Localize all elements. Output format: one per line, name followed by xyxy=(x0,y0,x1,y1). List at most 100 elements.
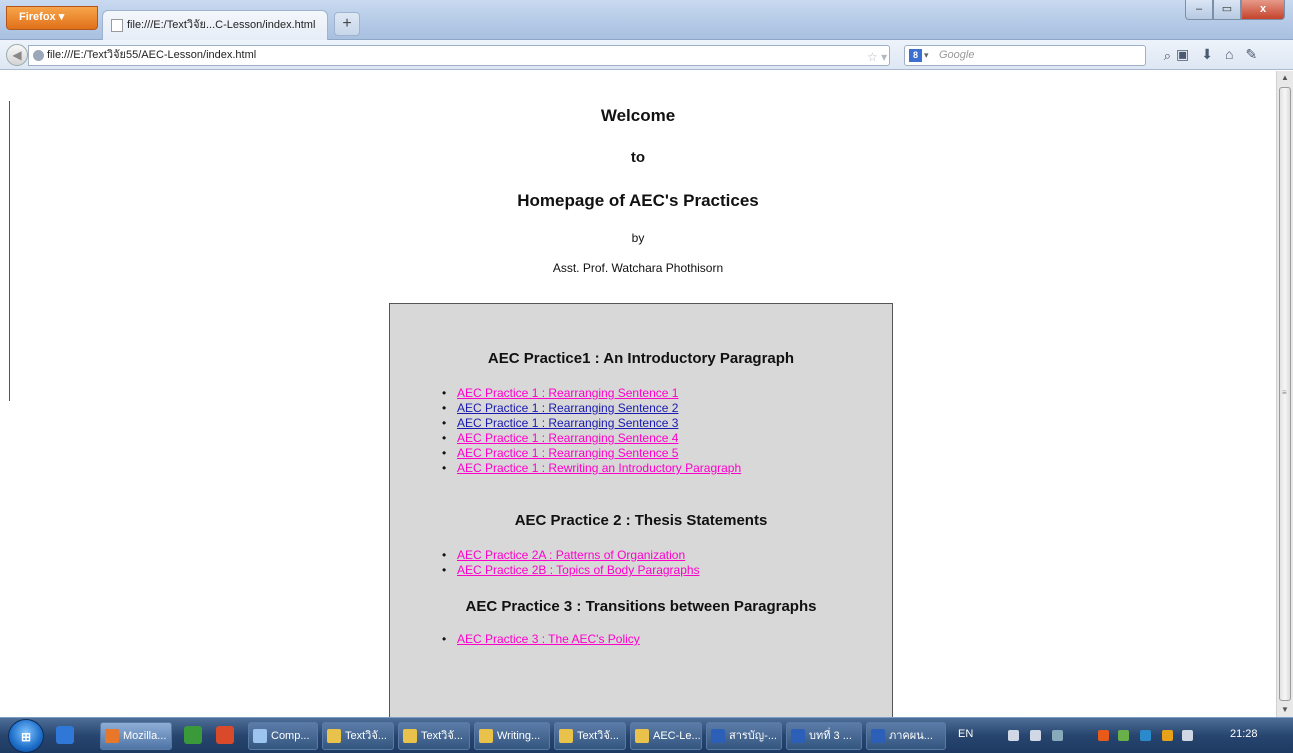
grip-icon: ≡ xyxy=(1282,388,1287,397)
chrome-icon[interactable] xyxy=(184,726,202,744)
taskbar-item-word-3[interactable]: ภาคผน... xyxy=(866,722,946,750)
taskbar-item-computer[interactable]: Comp... xyxy=(248,722,318,750)
folder-icon xyxy=(559,729,573,743)
url-bar[interactable]: file:///E:/Textวิจัย55/AEC-Lesson/index.… xyxy=(28,45,914,69)
taskbar-item-mozilla[interactable]: Mozilla... xyxy=(100,722,172,750)
taskbar-item-writing[interactable]: Writing... xyxy=(474,722,550,750)
windows-logo-icon: ⊞ xyxy=(20,730,32,744)
flag-icon[interactable] xyxy=(1052,730,1063,741)
volume-icon[interactable] xyxy=(1182,730,1193,741)
list-item: AEC Practice 1 : Rearranging Sentence 1 xyxy=(442,386,741,401)
folder-icon xyxy=(479,729,493,743)
folder-icon xyxy=(635,729,649,743)
link-practice-2a[interactable]: AEC Practice 2A : Patterns of Organizati… xyxy=(457,548,685,562)
back-button[interactable]: ◀ xyxy=(6,44,28,66)
taskbar-item-aec-lesson[interactable]: AEC-Le... xyxy=(630,722,702,750)
section-title-practice-3: AEC Practice 3 : Transitions between Par… xyxy=(465,598,817,615)
section-title-practice-1: AEC Practice1 : An Introductory Paragrap… xyxy=(487,350,795,367)
language-indicator[interactable]: EN xyxy=(958,728,973,740)
tab-title: file:///E:/Textวิจัย...C-Lesson/index.ht… xyxy=(127,19,316,31)
link-practice-2b[interactable]: AEC Practice 2B : Topics of Body Paragra… xyxy=(457,563,700,577)
link-practice-1-sentence-5[interactable]: AEC Practice 1 : Rearranging Sentence 5 xyxy=(457,446,678,460)
taskbar-item-word-2[interactable]: บทที่ 3 ... xyxy=(786,722,862,750)
download-icon[interactable]: ⬇ xyxy=(1201,46,1213,63)
windows-taskbar: ⊞ Mozilla... Comp... Textวิจั... Textวิจ… xyxy=(0,717,1293,753)
list-item: AEC Practice 1 : Rearranging Sentence 2 xyxy=(442,401,741,416)
internet-explorer-icon[interactable] xyxy=(56,726,74,744)
url-text: file:///E:/Textวิจัย55/AEC-Lesson/index.… xyxy=(47,49,257,61)
firefox-icon xyxy=(105,729,119,743)
computer-icon xyxy=(253,729,267,743)
folder-icon xyxy=(327,729,341,743)
site-identity-icon[interactable] xyxy=(33,50,44,61)
toolbar-buttons: ▣ ⬇ ⌂ ✎ xyxy=(1176,46,1257,63)
search-bar[interactable]: 8 ▾ Google ⌕ xyxy=(904,45,1171,66)
page-viewport: Welcome to Homepage of AEC's Practices b… xyxy=(0,71,1276,717)
google-engine-icon[interactable]: 8 xyxy=(909,49,922,62)
link-practice-1-sentence-4[interactable]: AEC Practice 1 : Rearranging Sentence 4 xyxy=(457,431,678,445)
list-item: AEC Practice 1 : Rearranging Sentence 3 xyxy=(442,416,741,431)
list-item: AEC Practice 3 : The AEC's Policy xyxy=(442,632,640,647)
word-icon xyxy=(711,729,725,743)
practice-2-links: AEC Practice 2A : Patterns of Organizati… xyxy=(442,548,700,578)
vertical-scrollbar[interactable]: ▲ ≡ ▼ xyxy=(1276,71,1293,717)
practice-panel: AEC Practice1 : An Introductory Paragrap… xyxy=(389,303,893,717)
search-placeholder: Google xyxy=(939,49,975,61)
back-arrow-icon: ◀ xyxy=(12,48,22,62)
link-practice-1-sentence-3[interactable]: AEC Practice 1 : Rearranging Sentence 3 xyxy=(457,416,678,430)
page-icon xyxy=(111,19,123,32)
navigation-toolbar: ◀ file:///E:/Textวิจัย55/AEC-Lesson/inde… xyxy=(0,40,1293,70)
taskbar-item-word-1[interactable]: สารบัญ-... xyxy=(706,722,782,750)
bookmark-star-icon[interactable]: ☆ ▾ xyxy=(867,48,887,67)
device-icon[interactable] xyxy=(1030,730,1041,741)
start-button[interactable]: ⊞ xyxy=(8,719,44,753)
practice-1-links: AEC Practice 1 : Rearranging Sentence 1 … xyxy=(442,386,741,476)
word-icon xyxy=(791,729,805,743)
update-icon[interactable] xyxy=(1118,730,1129,741)
list-item: AEC Practice 2B : Topics of Body Paragra… xyxy=(442,563,700,578)
taskbar-item-folder-2[interactable]: Textวิจั... xyxy=(398,722,470,750)
link-practice-1-sentence-2[interactable]: AEC Practice 1 : Rearranging Sentence 2 xyxy=(457,401,678,415)
folder-icon xyxy=(403,729,417,743)
link-practice-1-sentence-1[interactable]: AEC Practice 1 : Rearranging Sentence 1 xyxy=(457,386,678,400)
bookmarks-icon[interactable]: ▣ xyxy=(1176,46,1189,63)
heading-welcome: Welcome xyxy=(600,106,676,125)
practice-3-links: AEC Practice 3 : The AEC's Policy xyxy=(442,632,640,647)
word-icon xyxy=(871,729,885,743)
list-item: AEC Practice 2A : Patterns of Organizati… xyxy=(442,548,700,563)
network-icon[interactable] xyxy=(1008,730,1019,741)
left-divider xyxy=(9,101,10,401)
author-name: Asst. Prof. Watchara Phothisorn xyxy=(552,261,724,275)
connection-icon[interactable] xyxy=(1140,730,1151,741)
maximize-button[interactable]: ▭ xyxy=(1213,0,1241,20)
by-text: by xyxy=(631,231,645,245)
window-titlebar: Firefox ▾ file:///E:/Textวิจัย...C-Lesso… xyxy=(0,0,1293,40)
tab-index-html[interactable]: file:///E:/Textวิจัย...C-Lesson/index.ht… xyxy=(102,10,328,40)
search-icon[interactable]: ⌕ xyxy=(1164,46,1171,65)
heading-to: to xyxy=(630,149,646,166)
list-item: AEC Practice 1 : Rearranging Sentence 5 xyxy=(442,446,741,461)
scroll-down-arrow-icon[interactable]: ▼ xyxy=(1277,703,1293,717)
scrollbar-thumb[interactable]: ≡ xyxy=(1279,87,1291,701)
power-icon[interactable] xyxy=(1162,730,1173,741)
app-icon[interactable] xyxy=(216,726,234,744)
clock[interactable]: 21:28 xyxy=(1230,728,1258,740)
taskbar-item-folder-3[interactable]: Textวิจั... xyxy=(554,722,626,750)
page-title: Homepage of AEC's Practices xyxy=(517,191,759,210)
home-icon[interactable]: ⌂ xyxy=(1225,46,1233,63)
taskbar-item-folder-1[interactable]: Textวิจั... xyxy=(322,722,394,750)
link-practice-1-rewriting[interactable]: AEC Practice 1 : Rewriting an Introducto… xyxy=(457,461,741,475)
close-button[interactable]: x xyxy=(1241,0,1285,20)
list-item: AEC Practice 1 : Rearranging Sentence 4 xyxy=(442,431,741,446)
scroll-up-arrow-icon[interactable]: ▲ xyxy=(1277,71,1293,85)
addon-icon[interactable]: ✎ xyxy=(1245,46,1257,63)
list-item: AEC Practice 1 : Rewriting an Introducto… xyxy=(442,461,741,476)
link-practice-3[interactable]: AEC Practice 3 : The AEC's Policy xyxy=(457,632,640,646)
window-controls: – ▭ x xyxy=(1185,0,1285,20)
new-tab-button[interactable]: + xyxy=(334,12,360,36)
security-icon[interactable] xyxy=(1098,730,1109,741)
section-title-practice-2: AEC Practice 2 : Thesis Statements xyxy=(514,512,768,529)
minimize-button[interactable]: – xyxy=(1185,0,1213,20)
engine-dropdown-icon[interactable]: ▾ xyxy=(924,46,929,65)
firefox-menu-button[interactable]: Firefox ▾ xyxy=(6,6,98,30)
